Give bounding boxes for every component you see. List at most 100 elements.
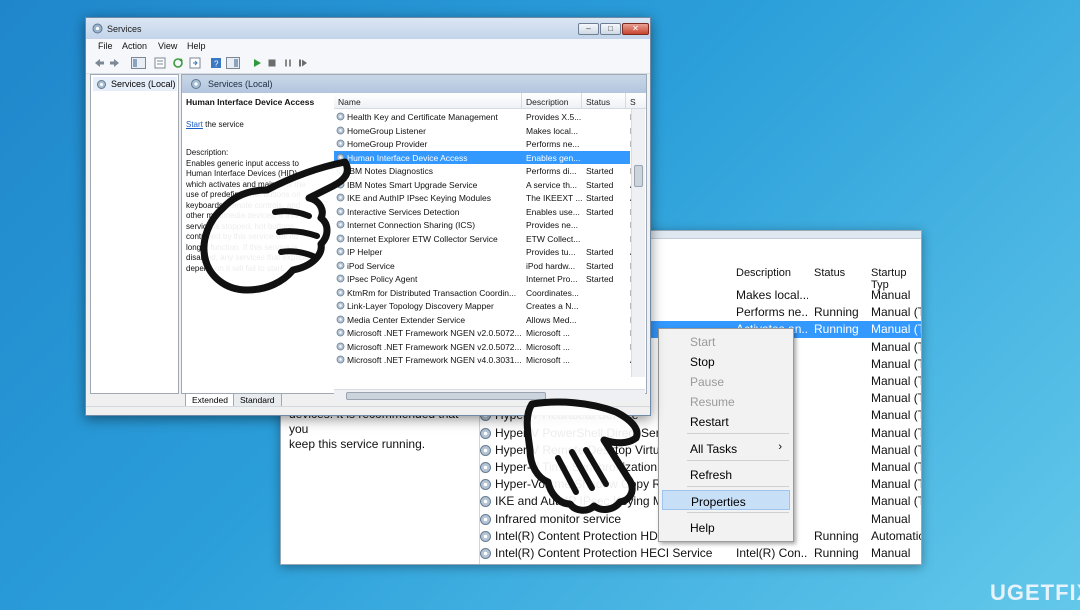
gear-icon (336, 342, 345, 350)
services-app-icon (92, 23, 103, 34)
start-suffix: the service (202, 119, 244, 129)
column-header-description[interactable]: Description (736, 267, 791, 279)
minimize-button[interactable]: – (578, 23, 599, 35)
action-pane-icon[interactable] (226, 57, 240, 69)
menu-item-refresh[interactable]: Refresh (662, 464, 790, 484)
menu-item-pause[interactable]: Pause (662, 371, 790, 391)
table-row[interactable]: KtmRm for Distributed Transaction Coordi… (334, 286, 636, 300)
column-header-status[interactable]: Status (814, 267, 845, 279)
help-icon[interactable]: ? (210, 57, 222, 69)
table-row[interactable]: Link-Layer Topology Discovery Mapper Crea… (334, 299, 636, 313)
table-row[interactable]: Media Center Extender Service Allows Med.… (334, 313, 636, 327)
gear-icon (336, 328, 345, 337)
cell-description: Internet Pro... (526, 274, 578, 284)
menu-separator (687, 486, 789, 487)
column-header-status[interactable]: Status (586, 97, 610, 107)
back-arrow-icon[interactable] (93, 57, 105, 69)
menu-action[interactable]: Action (122, 41, 147, 51)
table-row[interactable]: Microsoft .NET Framework NGEN v4.0.3031.… (334, 353, 636, 367)
title-bar: Services – □ ✕ (86, 18, 650, 39)
cell-startup-type: Manual (Tr (871, 356, 921, 371)
tree-node-services-local[interactable]: Services (Local) (93, 77, 177, 91)
gear-icon (480, 513, 491, 525)
pause-service-icon[interactable] (282, 57, 294, 69)
menu-item-start[interactable]: Start (662, 331, 790, 351)
gear-icon (480, 462, 491, 473)
menu-file[interactable]: File (98, 41, 113, 51)
refresh-icon[interactable] (172, 57, 184, 69)
menu-item-resume[interactable]: Resume (662, 391, 790, 411)
table-row[interactable]: Microsoft .NET Framework NGEN v2.0.5072.… (334, 326, 636, 340)
cell-name: KtmRm for Distributed Transaction Coordi… (347, 287, 517, 298)
gear-icon (336, 126, 345, 134)
table-row[interactable]: Internet Connection Sharing (ICS) Provide… (334, 218, 636, 232)
cell-name: Microsoft .NET Framework NGEN v2.0.5072.… (347, 328, 522, 338)
table-row[interactable]: Microsoft .NET Framework NGEN v2.0.5072.… (334, 340, 636, 354)
cell-description: Microsoft ... (526, 328, 570, 338)
menu-item-help[interactable]: Help (662, 517, 790, 537)
cell-name: IP Helper (347, 247, 383, 257)
properties-icon[interactable] (154, 57, 166, 69)
table-row[interactable]: Human Interface Device Access Enables gen… (334, 150, 636, 164)
table-row[interactable]: Intel(R) Content Protection HECI Service… (477, 545, 921, 562)
cell-description: ETW Collect... (526, 233, 581, 244)
menu-item-stop[interactable]: Stop (662, 351, 790, 371)
table-row[interactable]: Health Key and Certificate Management Pro… (334, 110, 636, 124)
table-row[interactable]: HomeGroup ListenerMakes local...M (334, 124, 636, 138)
close-button[interactable]: ✕ (622, 23, 649, 35)
cell-startup-type: Manual (Tr (871, 442, 921, 457)
show-hide-tree-icon[interactable] (131, 57, 146, 69)
table-row[interactable]: IP HelperProvides tu...StartedA (334, 245, 636, 259)
table-row[interactable]: HomeGroup ProviderPerforms ne...M (334, 137, 636, 151)
cell-name: HomeGroup Listener (347, 125, 426, 136)
context-menu: Start Stop Pause Resume Restart All Task… (658, 328, 794, 542)
gear-icon (480, 444, 491, 456)
cell-startup-type: Manual (Tr (871, 322, 921, 337)
cell-description: Allows Med... (526, 314, 577, 325)
table-row[interactable]: IBM Notes Diagnostics Performs di... Start… (334, 164, 636, 178)
stop-service-icon[interactable] (266, 57, 278, 69)
scrollbar-thumb[interactable] (634, 165, 643, 187)
menu-item-all-tasks[interactable]: All Tasks › (662, 438, 790, 458)
forward-arrow-icon[interactable] (109, 57, 121, 69)
menu-view[interactable]: View (158, 41, 177, 51)
menu-item-properties[interactable]: Properties (662, 490, 790, 510)
start-service-link[interactable]: Start (186, 120, 203, 129)
list-header: Name Description Status S (334, 93, 646, 109)
column-divider (521, 93, 522, 109)
cell-status: Started (586, 193, 614, 203)
table-row[interactable]: IBM Notes Smart Upgrade Service A service… (334, 178, 636, 192)
table-row[interactable]: iPod ServiceiPod hardw...StartedM (334, 259, 636, 273)
cell-description: Performs ne... (526, 139, 580, 149)
start-service-icon[interactable] (251, 57, 263, 69)
column-header-description[interactable]: Description (526, 97, 569, 107)
menu-bar: File Action View Help (86, 39, 650, 53)
restart-service-icon[interactable] (297, 57, 309, 69)
column-header-startup[interactable]: S (630, 97, 636, 107)
cell-startup-type: Automatic (871, 528, 922, 543)
cell-name: Health Key and Certificate Management (347, 112, 498, 122)
maximize-button[interactable]: □ (600, 23, 621, 35)
table-row[interactable]: IKE and AuthIP IPsec Keying Modules The I… (334, 191, 636, 205)
gear-icon (191, 79, 201, 89)
start-line: Start the service (186, 120, 331, 131)
table-row[interactable]: IPsec Policy Agent Internet Pro... Started… (334, 272, 636, 286)
gear-icon (480, 530, 491, 542)
cell-description: Microsoft ... (526, 341, 570, 352)
cell-status: Running (814, 546, 859, 560)
menu-help[interactable]: Help (187, 41, 206, 51)
cell-name: Internet Explorer ETW Collector Service (347, 233, 498, 244)
cell-startup-type: Manual (Tr (871, 408, 921, 423)
cell-status: Started (586, 179, 614, 190)
cell-name: Human Interface Device Access (347, 152, 468, 163)
table-row[interactable]: Internet Explorer ETW Collector Service E… (334, 232, 636, 246)
menu-item-restart[interactable]: Restart (662, 411, 790, 431)
column-header-name[interactable]: Name (338, 97, 361, 107)
table-row[interactable]: Interactive Services Detection Enables us… (334, 205, 636, 219)
cell-description: Microsoft ... (526, 355, 570, 365)
gear-icon (480, 479, 491, 491)
vertical-scrollbar[interactable] (631, 109, 645, 377)
pointing-hand-icon (523, 398, 641, 514)
tree-node-label: Services (Local) (111, 79, 176, 89)
export-list-icon[interactable] (189, 57, 201, 69)
